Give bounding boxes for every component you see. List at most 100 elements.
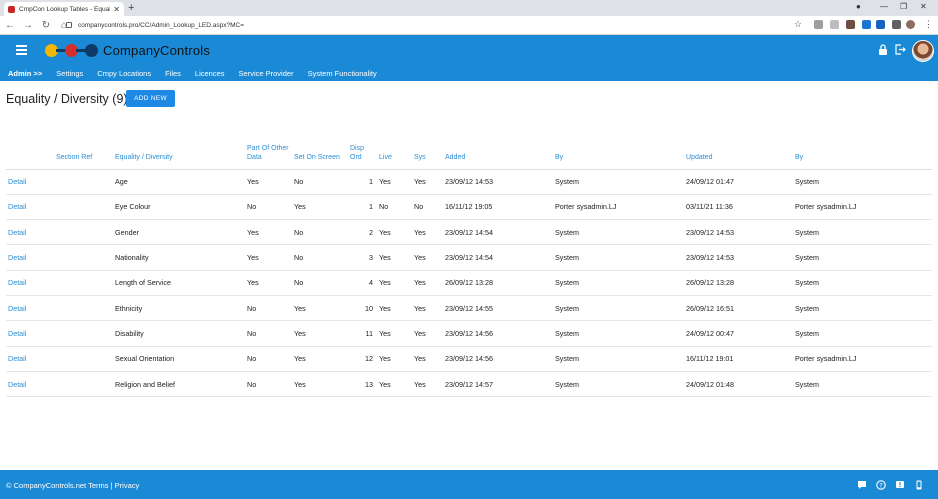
cell-added: 16/11/12 19:05: [443, 194, 553, 221]
detail-link[interactable]: Detail: [6, 244, 54, 271]
detail-link[interactable]: Detail: [6, 169, 54, 195]
back-icon[interactable]: ←: [2, 20, 18, 31]
user-avatar[interactable]: [912, 40, 934, 62]
favicon-icon: [8, 5, 15, 13]
profile-circle-icon[interactable]: ●: [856, 2, 861, 11]
address-bar[interactable]: companycontrols.pro/CC/Admin_Lookup_LED.…: [66, 18, 806, 32]
table-row: Detail Eye Colour No Yes 1 No No 16/11/12 19:05…: [6, 194, 932, 221]
browser-tab-bar: CmpCon Lookup Tables - Equali ✕ + ● — ❐ …: [0, 0, 938, 16]
profile-icon[interactable]: [906, 20, 915, 29]
detail-link[interactable]: Detail: [6, 320, 54, 347]
cell-section-ref: [54, 194, 113, 221]
extension-icon[interactable]: [814, 20, 823, 29]
cell-equality-diversity: Disability: [113, 320, 245, 347]
detail-link[interactable]: Detail: [6, 270, 54, 296]
table-row: Detail Ethnicity No Yes 10 Yes Yes 23/09/12 14:…: [6, 295, 932, 322]
menu-item-files[interactable]: Files: [165, 69, 181, 78]
brand-logo[interactable]: CompanyControls: [45, 43, 210, 58]
cell-updated-by: Porter sysadmin.LJ: [793, 194, 932, 221]
cell-added: 23/09/12 14:56: [443, 346, 553, 372]
lookup-table: Section Ref Equality / Diversity Part Of O…: [6, 120, 932, 398]
cell-added: 23/09/12 14:57: [443, 371, 553, 398]
menu-item-licences[interactable]: Licences: [195, 69, 225, 78]
cell-equality-diversity: Religion and Belief: [113, 371, 245, 398]
site-lock-icon: [66, 22, 72, 28]
detail-link[interactable]: Detail: [6, 219, 54, 246]
cell-sys: Yes: [412, 169, 443, 195]
cell-set-on-screen: No: [292, 219, 344, 246]
reload-icon[interactable]: ↻: [38, 20, 54, 31]
more-menu-icon[interactable]: ⋮: [924, 20, 933, 29]
cell-added-by: Porter sysadmin.LJ: [553, 194, 684, 221]
cell-added: 23/09/12 14:55: [443, 295, 553, 322]
extension-icon[interactable]: [876, 20, 885, 29]
chat-icon[interactable]: [857, 480, 867, 490]
detail-link[interactable]: Detail: [6, 346, 54, 372]
column-header-action: [6, 120, 54, 170]
close-tab-icon[interactable]: ✕: [113, 5, 120, 14]
new-tab-icon[interactable]: +: [128, 2, 134, 14]
url-text: companycontrols.pro/CC/Admin_Lookup_LED.…: [78, 21, 245, 29]
menu-item-admin[interactable]: Admin >>: [8, 69, 42, 78]
cell-updated: 24/09/12 01:48: [684, 371, 793, 398]
cell-added-by: System: [553, 371, 684, 398]
detail-link[interactable]: Detail: [6, 194, 54, 221]
cell-added-by: System: [553, 270, 684, 296]
browser-tab[interactable]: CmpCon Lookup Tables - Equali ✕: [4, 2, 124, 16]
cell-sys: Yes: [412, 346, 443, 372]
cell-equality-diversity: Nationality: [113, 244, 245, 271]
copyright: © CompanyControls.net: [6, 481, 87, 490]
cell-part-of-other-data: No: [245, 194, 292, 221]
cell-live: Yes: [377, 295, 412, 322]
browser-toolbar: ← → ↻ ⌂ companycontrols.pro/CC/Admin_Loo…: [0, 16, 938, 35]
cell-part-of-other-data: Yes: [245, 169, 292, 195]
bookmark-star-icon[interactable]: ☆: [794, 20, 803, 29]
cell-updated: 23/09/12 14:53: [684, 219, 793, 246]
menu-item-cmpy-locations[interactable]: Cmpy Locations: [97, 69, 151, 78]
close-window-icon[interactable]: ✕: [920, 2, 927, 11]
hamburger-menu-icon[interactable]: [16, 45, 27, 55]
cell-updated: 16/11/12 19:01: [684, 346, 793, 372]
forward-icon[interactable]: →: [20, 20, 36, 31]
cell-set-on-screen: No: [292, 169, 344, 195]
cell-sys: Yes: [412, 371, 443, 398]
mobile-icon[interactable]: [914, 480, 924, 490]
cell-disp-ord: 11: [344, 320, 377, 347]
extension-icon[interactable]: [862, 20, 871, 29]
menu-item-service-provider[interactable]: Service Provider: [239, 69, 294, 78]
cell-equality-diversity: Length of Service: [113, 270, 245, 296]
app-header: CompanyControls: [0, 35, 938, 65]
cell-sys: No: [412, 194, 443, 221]
table-row: Detail Nationality Yes No 3 Yes Yes 23/09/12 14…: [6, 244, 932, 271]
cell-section-ref: [54, 169, 113, 195]
logout-icon[interactable]: [894, 44, 906, 56]
detail-link[interactable]: Detail: [6, 295, 54, 322]
footer-text: © CompanyControls.net Terms | Privacy: [6, 481, 139, 490]
cell-equality-diversity: Ethnicity: [113, 295, 245, 322]
minimize-icon[interactable]: —: [880, 2, 888, 11]
menu-item-system-functionality[interactable]: System Functionality: [308, 69, 377, 78]
cell-set-on-screen: No: [292, 270, 344, 296]
help-icon[interactable]: ?: [876, 480, 886, 490]
cell-disp-ord: 10: [344, 295, 377, 322]
alert-icon[interactable]: [895, 480, 905, 490]
extension-icon[interactable]: [830, 20, 839, 29]
lock-icon[interactable]: [877, 44, 889, 56]
table-header-row: Section Ref Equality / Diversity Part Of O…: [6, 120, 932, 170]
cell-added-by: System: [553, 169, 684, 195]
add-new-button[interactable]: ADD NEW: [126, 90, 175, 107]
cell-disp-ord: 12: [344, 346, 377, 372]
menu-item-settings[interactable]: Settings: [56, 69, 83, 78]
cell-added: 23/09/12 14:56: [443, 320, 553, 347]
cell-added-by: System: [553, 295, 684, 322]
extension-icon[interactable]: [846, 20, 855, 29]
cell-live: Yes: [377, 219, 412, 246]
detail-link[interactable]: Detail: [6, 371, 54, 398]
privacy-link[interactable]: Privacy: [115, 481, 140, 490]
cell-live: No: [377, 194, 412, 221]
puzzle-icon[interactable]: [892, 20, 901, 29]
maximize-icon[interactable]: ❐: [900, 2, 907, 11]
table-row: Detail Gender Yes No 2 Yes Yes 23/09/12 14:54 Sy…: [6, 219, 932, 246]
terms-link[interactable]: Terms: [88, 481, 108, 490]
footer-separator: |: [110, 481, 113, 490]
